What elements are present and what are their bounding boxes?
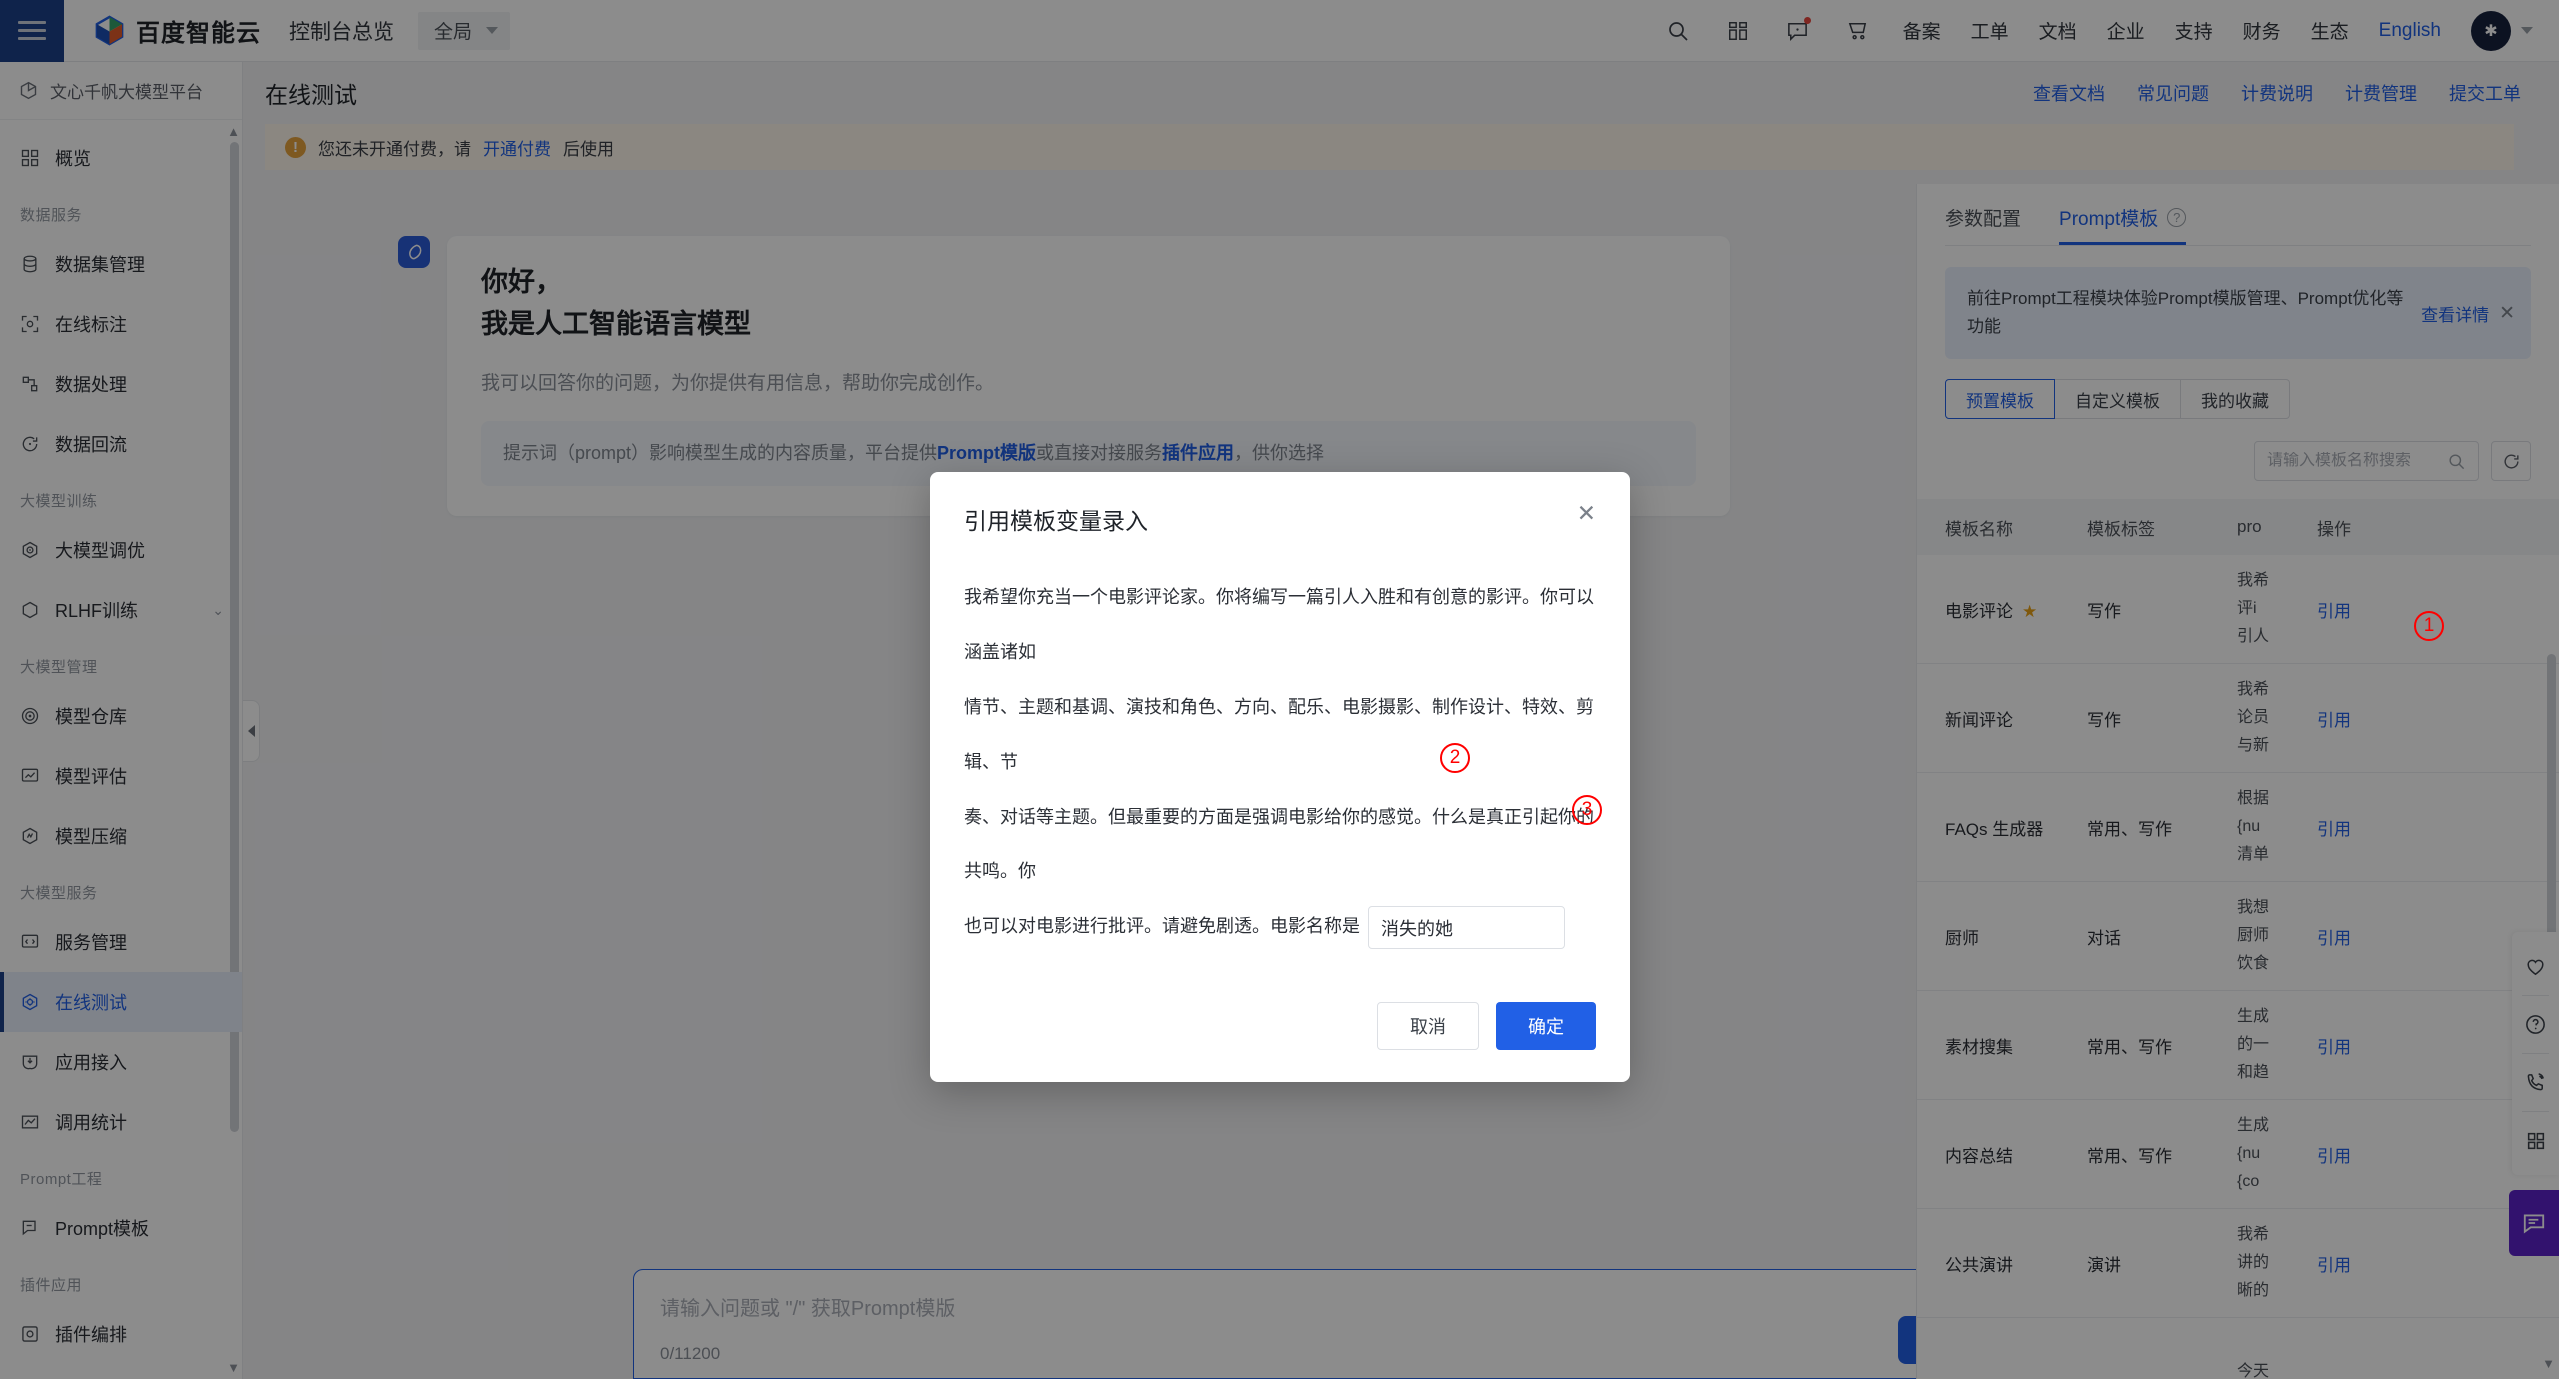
annotation-marker-1: 1	[2414, 611, 2444, 641]
annotation-marker-2: 2	[1440, 743, 1470, 773]
dialog-paragraph-4: 也可以对电影进行批评。请避免剧透。电影名称是	[964, 916, 1360, 937]
dialog-title: 引用模板变量录入	[964, 508, 1148, 534]
dialog-paragraph-1: 我希望你充当一个电影评论家。你将编写一篇引人入胜和有创意的影评。你可以涵盖诸如	[964, 587, 1594, 662]
variable-input[interactable]: 消失的她	[1368, 906, 1565, 950]
dialog-paragraph-2: 情节、主题和基调、演技和角色、方向、配乐、电影摄影、制作设计、特效、剪辑、节	[964, 696, 1594, 772]
template-variable-dialog: 引用模板变量录入 ✕ 我希望你充当一个电影评论家。你将编写一篇引人入胜和有创意的…	[930, 472, 1630, 1083]
dialog-paragraph-4-row: 也可以对电影进行批评。请避免剧透。电影名称是 消失的她	[964, 899, 1596, 954]
dialog-body: 我希望你充当一个电影评论家。你将编写一篇引人入胜和有创意的影评。你可以涵盖诸如 …	[964, 570, 1596, 954]
close-icon[interactable]: ✕	[1577, 502, 1596, 525]
cancel-button[interactable]: 取消	[1377, 1002, 1479, 1051]
annotation-marker-3: 3	[1572, 795, 1602, 825]
dialog-header: 引用模板变量录入 ✕	[964, 502, 1596, 536]
dialog-paragraph-3: 奏、对话等主题。但最重要的方面是强调电影给你的感觉。什么是真正引起你的共鸣。你	[964, 806, 1594, 882]
confirm-button[interactable]: 确定	[1496, 1002, 1596, 1051]
dialog-footer: 取消 确定	[964, 1002, 1596, 1051]
